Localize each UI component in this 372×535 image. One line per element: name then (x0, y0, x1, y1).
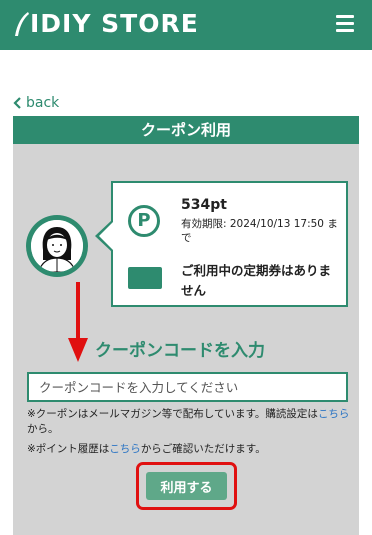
points-info-bubble: P 534pt 有効期限: 2024/10/13 17:50 まで ご利用中の定… (111, 181, 348, 307)
back-link[interactable]: back (12, 95, 59, 111)
app-header: IDIY STORE (0, 0, 372, 50)
subscription-settings-link[interactable]: こちら (318, 408, 350, 420)
points-history-suffix: からご確認いただけます。 (140, 443, 266, 455)
store-logo[interactable]: IDIY STORE (12, 9, 199, 39)
points-history-text: ※ポイント履歴は (27, 443, 110, 455)
back-label: back (26, 95, 60, 111)
points-history-link[interactable]: こちら (109, 443, 141, 455)
chevron-left-icon (13, 97, 21, 109)
pass-card-icon (128, 267, 162, 289)
coupon-code-heading: クーポンコードを入力 (95, 341, 265, 361)
points-balance: 534pt (181, 197, 227, 213)
leaf-logo-icon (15, 12, 29, 36)
panel-title: クーポン利用 (13, 116, 359, 144)
brand-name: IDIY STORE (30, 9, 199, 38)
coupon-note-text: ※クーポンはメールマガジン等で配布しています。購読設定は (27, 408, 318, 420)
speech-bubble-tail-fill (99, 222, 113, 250)
coupon-note: ※クーポンはメールマガジン等で配布しています。購読設定はこちらから。 (27, 407, 351, 437)
point-icon: P (128, 205, 160, 237)
hamburger-menu-icon[interactable] (336, 15, 354, 33)
points-history-note: ※ポイント履歴はこちらからご確認いただけます。 (27, 442, 351, 457)
pass-status: ご利用中の定期券はありません (181, 263, 332, 298)
points-expiry: 有効期限: 2024/10/13 17:50 まで (181, 218, 338, 244)
coupon-note-suffix: から。 (27, 423, 59, 435)
use-coupon-button[interactable]: 利用する (146, 472, 227, 500)
avatar (26, 215, 88, 277)
user-portrait-icon (31, 220, 83, 272)
coupon-panel: クーポン利用 P 534pt 有効期限: 2024/10/13 17:50 まで… (13, 116, 359, 535)
coupon-code-input[interactable] (27, 372, 348, 402)
submit-highlight-frame: 利用する (136, 462, 237, 510)
red-arrow-down-icon (68, 282, 88, 362)
